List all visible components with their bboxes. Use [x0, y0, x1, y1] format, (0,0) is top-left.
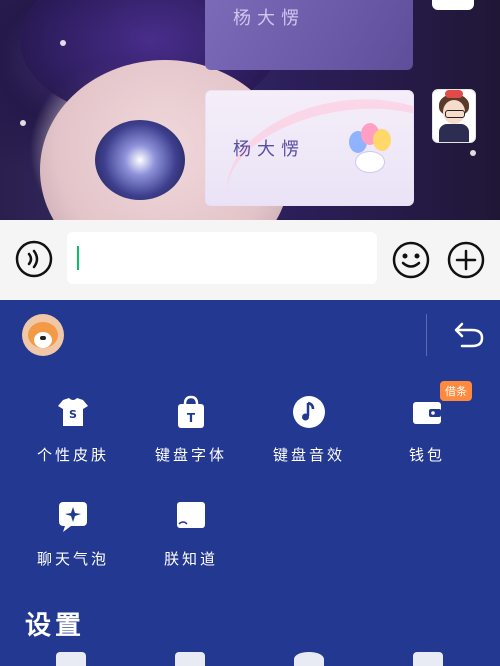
- settings-icon[interactable]: [413, 652, 443, 666]
- settings-icon[interactable]: [56, 652, 86, 666]
- message-input[interactable]: [67, 232, 377, 284]
- tshirt-icon: S: [55, 394, 91, 430]
- music-note-icon: [291, 394, 327, 430]
- chat-bubble-latest[interactable]: 杨大愣: [205, 90, 414, 206]
- chat-input-bar: [0, 220, 500, 300]
- tile-label: 键盘音效: [272, 446, 345, 464]
- settings-section-title: 设置: [25, 611, 86, 641]
- wallet-icon: [409, 394, 445, 430]
- chat-background: 杨大愣 杨大愣: [0, 0, 500, 220]
- tile-chat-bubble[interactable]: 聊天气泡: [13, 498, 133, 569]
- settings-icon-row: [0, 652, 500, 666]
- bubble-text: 杨大愣: [233, 8, 305, 29]
- anime-eye: [95, 120, 185, 200]
- chat-bubble-previous[interactable]: 杨大愣: [205, 0, 413, 70]
- emoji-icon: [392, 241, 430, 279]
- loan-badge: 借条: [440, 381, 472, 401]
- text-caret: [77, 246, 79, 270]
- fox-avatar-icon[interactable]: [22, 314, 64, 356]
- keyboard-feature-panel: S 个性皮肤 T 键盘字体 键盘音效 钱包 借条 聊天气泡 朕知道 设置: [0, 300, 500, 666]
- voice-icon: [15, 240, 53, 278]
- settings-icon[interactable]: [175, 652, 205, 666]
- back-button[interactable]: [448, 320, 488, 352]
- settings-icon[interactable]: [294, 652, 324, 666]
- svg-text:T: T: [187, 411, 196, 425]
- tile-personal-skin[interactable]: S 个性皮肤: [13, 394, 133, 465]
- balloons-icon: [347, 123, 403, 179]
- emoji-button[interactable]: [391, 240, 431, 280]
- tile-label: 钱包: [408, 446, 445, 464]
- more-plus-button[interactable]: [446, 240, 486, 280]
- tile-keyboard-font[interactable]: T 键盘字体: [131, 394, 251, 465]
- font-bag-icon: T: [173, 394, 209, 430]
- vertical-divider: [426, 314, 427, 356]
- bubble-text: 杨大愣: [233, 139, 305, 160]
- user-avatar-previous[interactable]: [432, 0, 474, 10]
- sparkle-icon: [470, 150, 476, 156]
- voice-input-button[interactable]: [15, 240, 53, 278]
- tile-wallet[interactable]: 钱包: [367, 394, 487, 465]
- undo-arrow-icon: [454, 322, 484, 348]
- user-avatar[interactable]: [432, 89, 476, 143]
- stamp-icon: [173, 498, 209, 534]
- tile-keyboard-sound[interactable]: 键盘音效: [249, 394, 369, 465]
- tile-zhen-zhidao[interactable]: 朕知道: [131, 498, 251, 569]
- svg-text:S: S: [69, 408, 77, 421]
- sparkle-bubble-icon: [55, 498, 91, 534]
- tile-label: 聊天气泡: [36, 550, 109, 568]
- plus-icon: [447, 241, 485, 279]
- sparkle-icon: [60, 40, 66, 46]
- tile-label: 个性皮肤: [36, 446, 109, 464]
- sparkle-icon: [20, 120, 26, 126]
- tile-label: 朕知道: [163, 550, 218, 568]
- tile-label: 键盘字体: [154, 446, 227, 464]
